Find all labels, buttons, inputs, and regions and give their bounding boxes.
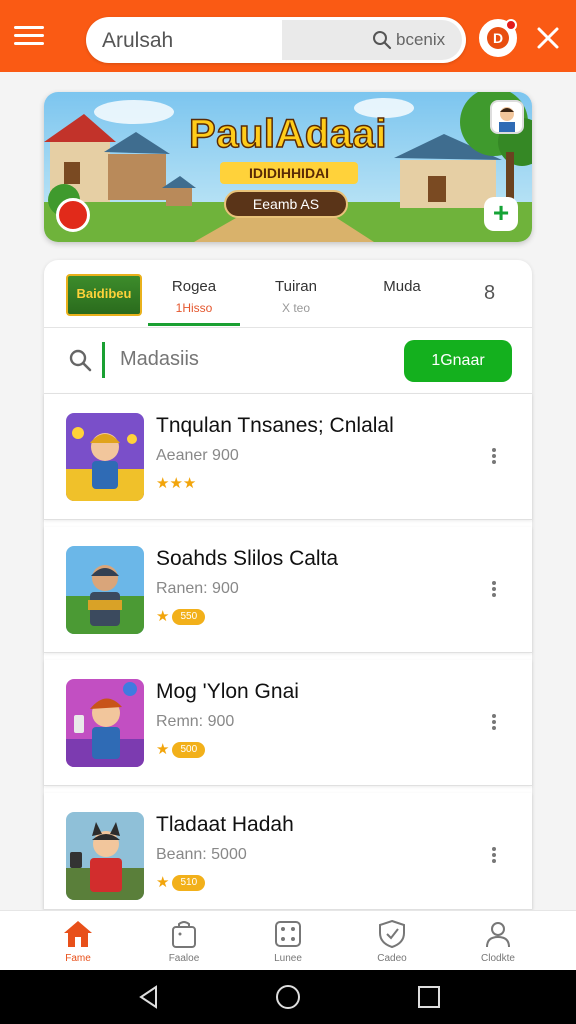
- rating-badge: 510: [172, 875, 206, 891]
- dice-icon: [275, 921, 301, 947]
- rating-badge: 550: [172, 609, 206, 625]
- tab-label: Rogea: [171, 278, 217, 295]
- nav-clodkte[interactable]: Clodkte: [458, 919, 538, 964]
- tab-sublabel: 1Hisso: [175, 301, 213, 315]
- game-thumbnail: [66, 812, 144, 900]
- system-navigation-bar: [0, 970, 576, 1024]
- bag-icon: [172, 921, 196, 948]
- list-item[interactable]: Tladaat Hadah Beann: 5000 ★ 510: [44, 793, 532, 910]
- game-thumbnail: [66, 679, 144, 767]
- back-icon[interactable]: [136, 984, 162, 1010]
- game-meta: Ranen: 900: [156, 580, 239, 597]
- search-input[interactable]: [120, 348, 360, 371]
- menu-icon[interactable]: [14, 22, 46, 50]
- profile-icon: D: [487, 27, 509, 49]
- nav-lunee[interactable]: Lunee: [248, 919, 328, 964]
- tab-tuiran[interactable]: Tuiran X teo: [256, 278, 336, 315]
- tab-rogea[interactable]: Rogea 1Hisso: [154, 278, 234, 315]
- game-thumbnail: [66, 413, 144, 501]
- game-title: Tladaat Hadah: [156, 813, 294, 836]
- game-title: Tnqulan Tnsanes; Cnlalal: [156, 414, 394, 437]
- bottom-navigation: Fame Faaloe Lunee Cadeo Clodkte: [0, 910, 576, 970]
- more-options-icon[interactable]: [488, 712, 500, 734]
- search-bar[interactable]: Arulsah bcenix: [86, 17, 466, 63]
- list-item[interactable]: Mog 'Ylon Gnai Remn: 900 ★ 500: [44, 660, 532, 786]
- fire-badge-icon: [56, 198, 90, 232]
- active-tab-indicator: [148, 323, 240, 326]
- search-button-label: bcenix: [396, 30, 446, 49]
- tab-muda[interactable]: Muda: [362, 278, 442, 295]
- home-circle-icon[interactable]: [275, 984, 301, 1010]
- list-item[interactable]: Tnqulan Tnsanes; Cnlalal Aeaner 900 ★★★: [44, 394, 532, 520]
- game-title: Mog 'Ylon Gnai: [156, 680, 299, 703]
- game-meta: Beann: 5000: [156, 846, 247, 863]
- search-row: 1Gnaar: [44, 328, 532, 394]
- logo-text: Baidibeu: [76, 286, 132, 301]
- person-icon: [486, 922, 510, 948]
- nav-label: Fame: [65, 953, 91, 964]
- shield-icon: [379, 919, 405, 949]
- game-logo[interactable]: Baidibeu: [66, 274, 142, 316]
- rating-stars: ★ 500: [156, 740, 206, 758]
- rating-stars: ★ 550: [156, 607, 206, 625]
- star-icon: ★★★: [156, 475, 197, 492]
- nav-cadeo[interactable]: Cadeo: [352, 919, 432, 964]
- rating-stars: ★★★: [156, 474, 196, 492]
- top-app-bar: Arulsah bcenix D: [0, 0, 576, 72]
- more-options-icon[interactable]: [488, 845, 500, 867]
- star-icon: ★: [156, 874, 170, 891]
- profile-button[interactable]: D: [476, 16, 520, 60]
- search-submit-button[interactable]: 1Gnaar: [404, 340, 512, 382]
- banner-button[interactable]: Eeamb AS: [224, 190, 348, 218]
- nav-label: Faaloe: [168, 953, 200, 964]
- game-meta: Remn: 900: [156, 713, 235, 730]
- game-meta: Aeaner 900: [156, 447, 239, 464]
- banner-title: PaulAdaai: [188, 111, 387, 157]
- notification-dot: [505, 19, 517, 31]
- search-icon: [373, 31, 392, 50]
- nav-faaloe[interactable]: Faaloe: [144, 919, 224, 964]
- rating-badge: 500: [172, 742, 206, 758]
- tab-label: Tuiran: [275, 278, 317, 295]
- search-text[interactable]: Arulsah: [102, 29, 173, 53]
- game-thumbnail: [66, 546, 144, 634]
- list-item[interactable]: Soahds Slilos Calta Ranen: 900 ★ 550: [44, 527, 532, 653]
- text-cursor: [102, 342, 105, 378]
- more-options-icon[interactable]: [488, 446, 500, 468]
- close-icon[interactable]: [534, 24, 562, 52]
- home-icon: [64, 921, 92, 947]
- star-icon: ★: [156, 608, 170, 625]
- nav-label: Clodkte: [481, 953, 515, 964]
- promo-banner[interactable]: PaulAdaai IDIDIHHIDAI MEAFTEAH Eeamb AS …: [44, 92, 532, 242]
- nav-label: Cadeo: [377, 953, 407, 964]
- star-icon: ★: [156, 741, 170, 758]
- search-button[interactable]: bcenix: [282, 20, 462, 60]
- nav-label: Lunee: [274, 953, 302, 964]
- rating-stars: ★ 510: [156, 873, 206, 891]
- tab-sublabel: X teo: [281, 301, 311, 315]
- banner-ribbon: IDIDIHHIDAI MEAFTEAH: [220, 162, 358, 203]
- recents-icon[interactable]: [416, 984, 442, 1010]
- search-icon: [69, 349, 92, 372]
- tab-bar: Baidibeu Rogea 1Hisso Tuiran X teo Muda …: [44, 260, 532, 328]
- game-title: Soahds Slilos Calta: [156, 547, 339, 570]
- more-options-icon[interactable]: [488, 579, 500, 601]
- tab-count[interactable]: 8: [484, 282, 495, 305]
- avatar[interactable]: [490, 100, 524, 134]
- add-icon[interactable]: +: [484, 197, 518, 231]
- tab-label: Muda: [383, 278, 421, 295]
- nav-home[interactable]: Fame: [38, 919, 118, 964]
